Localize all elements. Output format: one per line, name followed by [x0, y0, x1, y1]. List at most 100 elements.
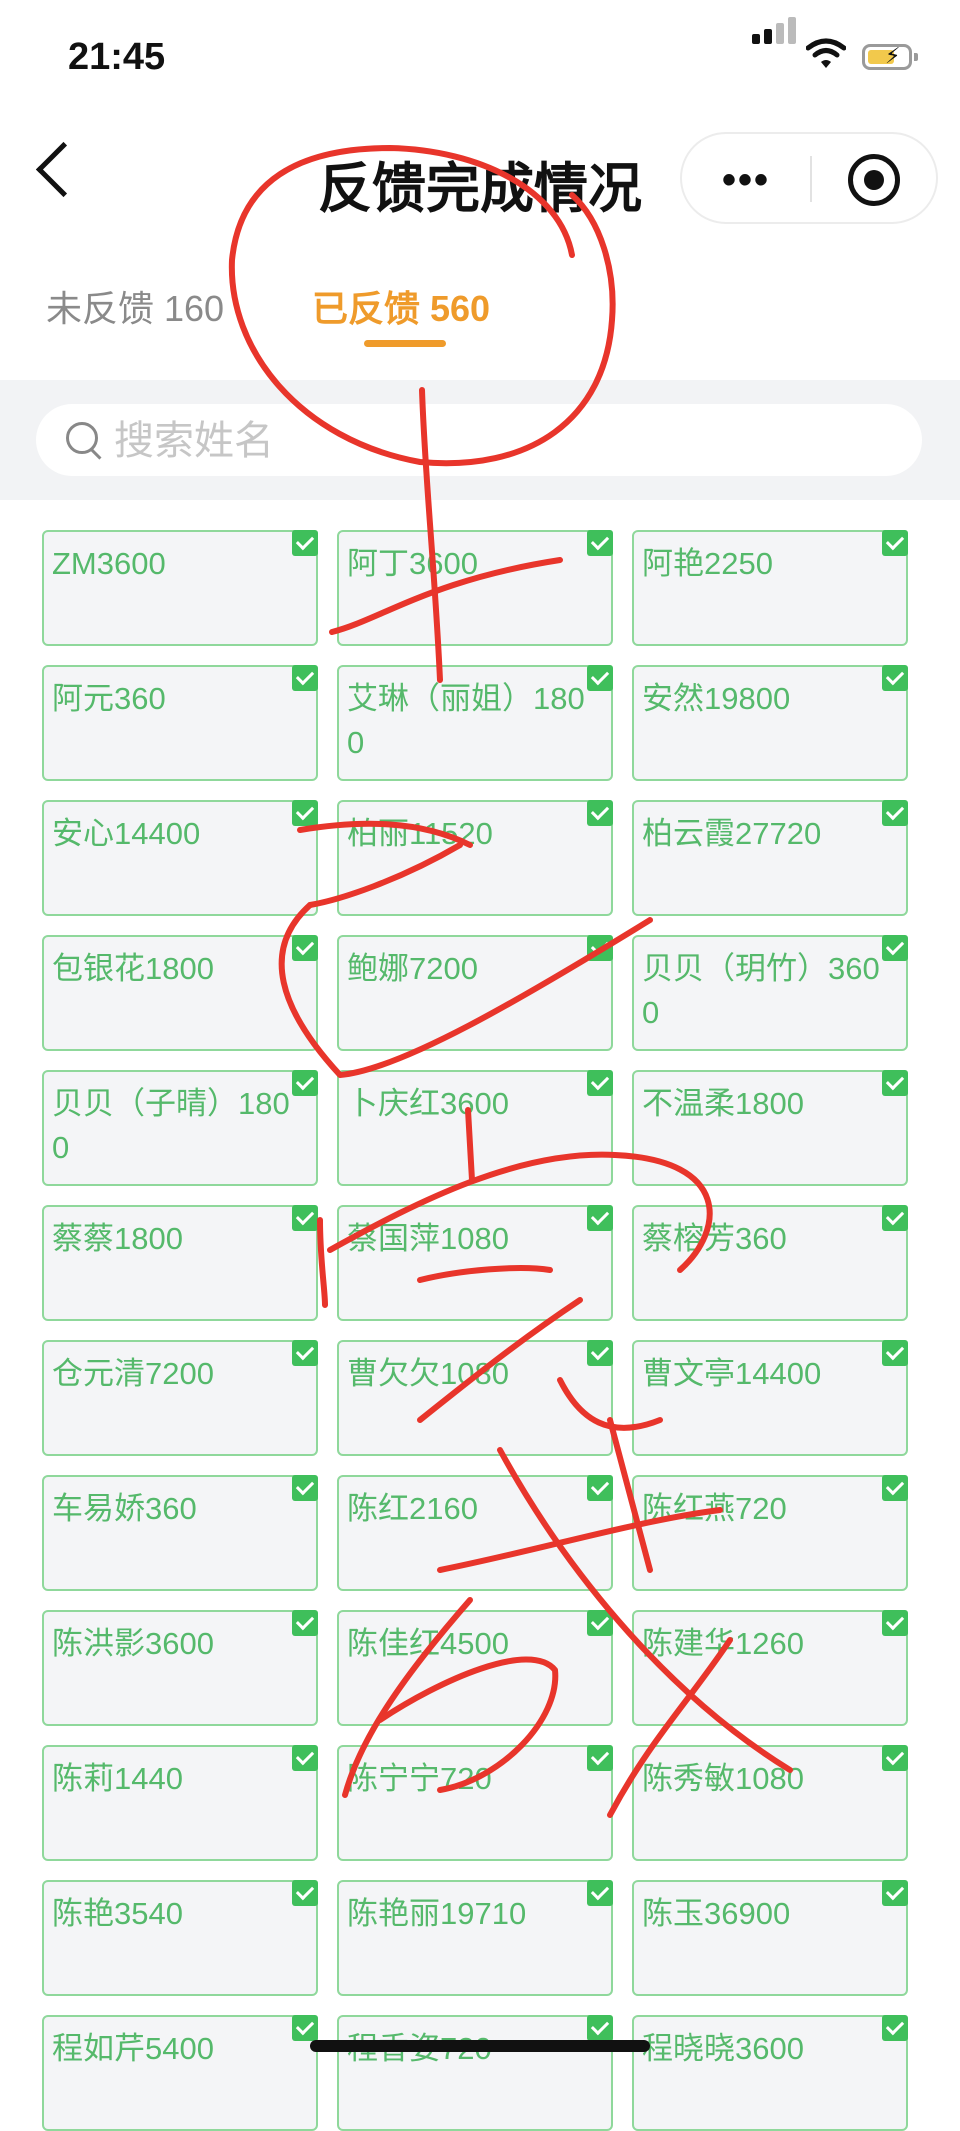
list-item[interactable]: ZM3600 [42, 530, 318, 646]
list-item-label: 柏丽11520 [347, 816, 493, 851]
list-item-label: 陈红燕720 [642, 1491, 787, 1526]
list-item[interactable]: 贝贝（子晴）1800 [42, 1070, 318, 1186]
list-item[interactable]: 卜庆红3600 [337, 1070, 613, 1186]
checkmark-icon [292, 665, 318, 691]
list-item[interactable]: 陈红燕720 [632, 1475, 908, 1591]
list-item[interactable]: 程如芹5400 [42, 2015, 318, 2131]
checkmark-icon [882, 1610, 908, 1636]
list-item-label: 车易娇360 [52, 1491, 197, 1526]
list-item[interactable]: 陈艳丽19710 [337, 1880, 613, 1996]
list-item[interactable]: 阿艳2250 [632, 530, 908, 646]
list-item[interactable]: 柏云霞27720 [632, 800, 908, 916]
list-item-label: 陈佳红4500 [347, 1626, 509, 1661]
checkmark-icon [587, 1745, 613, 1771]
list-item[interactable]: 陈秀敏1080 [632, 1745, 908, 1861]
checkmark-icon [587, 2015, 613, 2041]
checkmark-icon [882, 935, 908, 961]
list-item[interactable]: 陈玉36900 [632, 1880, 908, 1996]
checkmark-icon [292, 1880, 318, 1906]
checkmark-icon [587, 935, 613, 961]
list-item-label: 贝贝（玥竹）3600 [642, 951, 880, 1030]
search-input[interactable] [112, 412, 896, 470]
list-item-label: 蔡蔡1800 [52, 1221, 183, 1256]
checkmark-icon [292, 1475, 318, 1501]
list-item[interactable]: 曹欠欠1080 [337, 1340, 613, 1456]
list-item-label: 陈建华1260 [642, 1626, 804, 1661]
checkmark-icon [292, 530, 318, 556]
list-item-label: 仓元清7200 [52, 1356, 214, 1391]
battery-icon: ⚡ [862, 43, 918, 70]
list-item[interactable]: 程晓晓3600 [632, 2015, 908, 2131]
more-icon[interactable]: ••• [722, 158, 770, 203]
list-item[interactable]: 陈建华1260 [632, 1610, 908, 1726]
checkmark-icon [587, 665, 613, 691]
list-item-label: 陈艳丽19710 [347, 1896, 527, 1931]
list-item[interactable]: 车易娇360 [42, 1475, 318, 1591]
checkmark-icon [587, 1475, 613, 1501]
checkmark-icon [292, 1340, 318, 1366]
list-item-label: 艾琳（丽姐）1800 [347, 681, 585, 760]
list-item-label: 卜庆红3600 [347, 1086, 509, 1121]
list-item[interactable]: 艾琳（丽姐）1800 [337, 665, 613, 781]
list-item[interactable]: 蔡国萍1080 [337, 1205, 613, 1321]
list-item-label: 蔡榕芳360 [642, 1221, 787, 1256]
list-item[interactable]: 陈宁宁720 [337, 1745, 613, 1861]
list-item[interactable]: 安然19800 [632, 665, 908, 781]
list-item-label: 安然19800 [642, 681, 791, 716]
list-item-label: 阿丁3600 [347, 546, 478, 581]
search-area [0, 380, 960, 500]
checkmark-icon [587, 1205, 613, 1231]
list-item[interactable]: 不温柔1800 [632, 1070, 908, 1186]
status-bar: 21:45 ⚡ [0, 0, 960, 110]
list-item-label: 柏云霞27720 [642, 816, 822, 851]
checkmark-icon [587, 1070, 613, 1096]
tab-feedback-done[interactable]: 已反馈 560 [312, 280, 490, 332]
checkmark-icon [882, 1475, 908, 1501]
list-item-label: 阿艳2250 [642, 546, 773, 581]
list-item[interactable]: 安心14400 [42, 800, 318, 916]
list-item[interactable]: 贝贝（玥竹）3600 [632, 935, 908, 1051]
list-item-label: 程如芹5400 [52, 2031, 214, 2066]
list-item-label: 曹文亭14400 [642, 1356, 822, 1391]
list-item-label: 程晓晓3600 [642, 2031, 804, 2066]
list-item-label: 陈玉36900 [642, 1896, 791, 1931]
status-time: 21:45 [68, 36, 166, 78]
checkmark-icon [292, 935, 318, 961]
list-item[interactable]: 鲍娜7200 [337, 935, 613, 1051]
list-item[interactable]: 阿丁3600 [337, 530, 613, 646]
list-item[interactable]: 程香姿720 [337, 2015, 613, 2131]
list-item-label: 不温柔1800 [642, 1086, 804, 1121]
list-item-label: 陈莉1440 [52, 1761, 183, 1796]
checkmark-icon [882, 1880, 908, 1906]
checkmark-icon [882, 2015, 908, 2041]
checkmark-icon [587, 1340, 613, 1366]
list-item[interactable]: 仓元清7200 [42, 1340, 318, 1456]
list-item-label: 鲍娜7200 [347, 951, 478, 986]
list-item[interactable]: 阿元360 [42, 665, 318, 781]
list-item-label: 包银花1800 [52, 951, 214, 986]
checkmark-icon [292, 2015, 318, 2041]
list-item-label: 安心14400 [52, 816, 201, 851]
feedback-grid: ZM3600 阿丁3600 阿艳2250 阿元360 艾琳（丽姐）1800 安然19800… [42, 530, 908, 2131]
tab-active-indicator [364, 340, 446, 347]
list-item-label: 陈宁宁720 [347, 1761, 492, 1796]
list-item[interactable]: 柏丽11520 [337, 800, 613, 916]
navigation-bar: 反馈完成情况 ••• [0, 110, 960, 250]
tab-not-feedback[interactable]: 未反馈 160 [46, 280, 224, 332]
checkmark-icon [587, 800, 613, 826]
list-item[interactable]: 陈艳3540 [42, 1880, 318, 1996]
checkmark-icon [882, 800, 908, 826]
list-item[interactable]: 曹文亭14400 [632, 1340, 908, 1456]
tab-bar: 未反馈 160 已反馈 560 [0, 260, 960, 380]
list-item[interactable]: 包银花1800 [42, 935, 318, 1051]
checkmark-icon [292, 1610, 318, 1636]
list-item[interactable]: 蔡蔡1800 [42, 1205, 318, 1321]
list-item[interactable]: 陈洪影3600 [42, 1610, 318, 1726]
list-item[interactable]: 陈佳红4500 [337, 1610, 613, 1726]
search-bar[interactable] [36, 404, 922, 476]
close-target-icon[interactable] [848, 154, 900, 206]
list-item[interactable]: 陈红2160 [337, 1475, 613, 1591]
list-item[interactable]: 陈莉1440 [42, 1745, 318, 1861]
list-item[interactable]: 蔡榕芳360 [632, 1205, 908, 1321]
wifi-icon [806, 38, 846, 68]
